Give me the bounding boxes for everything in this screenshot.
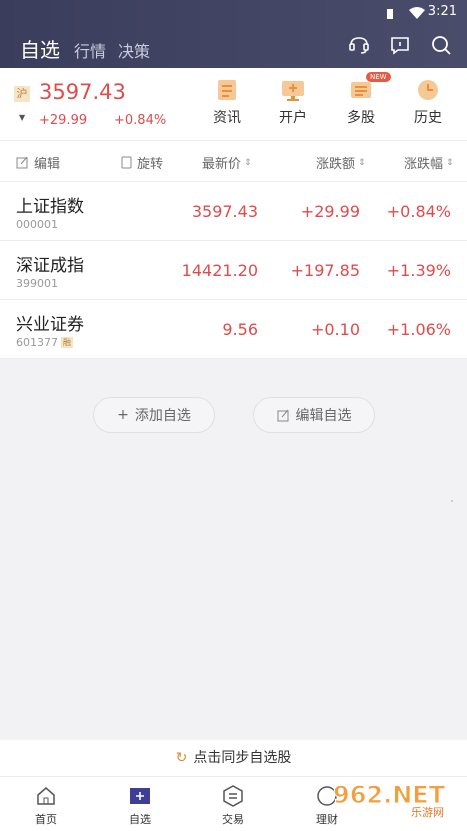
edit-label: 编辑 (34, 157, 61, 172)
nav-watchlist[interactable]: 自选 (110, 785, 170, 827)
news-icon (214, 78, 240, 102)
quick-action-history[interactable]: 历史 (398, 78, 458, 127)
sort-change[interactable]: 涨跌额 ⇕ (316, 153, 366, 172)
stock-code: 601377 (16, 336, 58, 349)
sort-change-pct[interactable]: 涨跌幅 ⇕ (404, 153, 454, 172)
nav-label: 交易 (222, 813, 244, 826)
sync-watchlist-bar[interactable]: ↻ 点击同步自选股 (0, 740, 467, 776)
edit-watchlist-label: 编辑自选 (295, 408, 352, 424)
sort-latest-price[interactable]: 最新价 ⇕ (202, 153, 252, 172)
trade-icon (222, 785, 244, 807)
stock-code: 000001 (16, 218, 58, 231)
rotate-button[interactable]: 旋转 (121, 153, 163, 172)
rotate-icon (121, 156, 132, 169)
index-change: +29.99 (39, 113, 88, 128)
index-price: 3597.43 (39, 80, 126, 104)
tab-decision[interactable]: 决策 (118, 38, 150, 62)
nav-home[interactable]: 首页 (16, 785, 76, 827)
stock-price: 3597.43 (191, 202, 258, 221)
stock-name: 深证成指 (16, 256, 84, 276)
nav-label: 自选 (129, 813, 151, 826)
stock-change-pct: +0.84% (386, 202, 451, 221)
market-tag: 沪 (14, 86, 30, 102)
table-row[interactable]: 深证成指 399001 14421.20 +197.85 +1.39% (0, 241, 467, 300)
add-watchlist-label: 添加自选 (134, 408, 191, 424)
edit-icon (16, 156, 28, 169)
app-header: 3:21 自选 行情 决策 (0, 0, 467, 68)
stock-change: +29.99 (300, 202, 360, 221)
stock-change: +0.10 (310, 320, 360, 339)
rotate-label: 旋转 (137, 157, 164, 172)
table-row[interactable]: 兴业证券 601377 融 9.56 +0.10 +1.06% (0, 300, 467, 359)
service-icon[interactable] (348, 34, 370, 56)
column-header: 编辑 旋转 最新价 ⇕ 涨跌额 ⇕ 涨跌幅 ⇕ (0, 141, 467, 182)
svg-text:962.NET: 962.NET (333, 781, 446, 809)
battery-icon (386, 5, 394, 19)
wifi-icon (409, 4, 425, 19)
quick-action-multi-stock[interactable]: NEW 多股 (331, 72, 391, 127)
margin-tag: 融 (61, 337, 73, 348)
sync-label: 点击同步自选股 (193, 750, 292, 766)
tab-watchlist[interactable]: 自选 (20, 34, 60, 63)
message-icon[interactable] (389, 34, 411, 56)
quick-action-news[interactable]: 资讯 (197, 78, 257, 127)
stock-name: 兴业证券 (16, 315, 84, 335)
add-watchlist-button[interactable]: + 添加自选 (93, 397, 215, 433)
multi-stock-icon: NEW (348, 72, 391, 102)
quick-action-label: 开户 (279, 110, 307, 126)
quick-action-open-account[interactable]: 开户 (263, 78, 323, 127)
sort-icon: ⇕ (358, 157, 366, 168)
stock-change-pct: +1.39% (386, 261, 451, 280)
svg-text:乐游网: 乐游网 (411, 806, 444, 818)
nav-label: 首页 (35, 813, 57, 826)
stock-price: 14421.20 (181, 261, 258, 280)
refresh-icon: ↻ (175, 750, 188, 766)
stock-price: 9.56 (222, 320, 258, 339)
home-icon (35, 785, 57, 807)
stock-name: 上证指数 (16, 197, 84, 217)
search-icon[interactable] (430, 34, 452, 56)
divider-dot (451, 500, 453, 502)
watermark-logo: 962.NET 乐游网 (317, 778, 467, 820)
sort-icon: ⇕ (446, 157, 454, 168)
new-badge: NEW (366, 72, 391, 82)
tab-market[interactable]: 行情 (74, 38, 106, 62)
history-icon (415, 78, 441, 102)
watchlist-icon (129, 785, 151, 807)
quick-action-label: 多股 (347, 110, 375, 126)
edit-icon (277, 409, 288, 421)
stock-code: 399001 (16, 277, 58, 290)
sort-icon: ⇕ (244, 157, 252, 168)
edit-watchlist-button[interactable]: 编辑自选 (253, 397, 375, 433)
quick-action-label: 资讯 (213, 110, 241, 126)
status-time: 3:21 (427, 4, 457, 19)
index-change-pct: +0.84% (114, 113, 167, 128)
latest-price-label: 最新价 (202, 157, 242, 172)
plus-icon: + (117, 407, 129, 423)
edit-button[interactable]: 编辑 (16, 153, 60, 172)
open-account-icon (280, 78, 306, 102)
stock-code-wrap: 601377 融 (16, 336, 73, 349)
table-row[interactable]: 上证指数 000001 3597.43 +29.99 +0.84% (0, 182, 467, 241)
change-label: 涨跌额 (316, 157, 356, 172)
stock-change-pct: +1.06% (386, 320, 451, 339)
index-summary[interactable]: 沪 3597.43 ▼ +29.99 +0.84% 资讯 开户 NEW 多股 历… (0, 68, 467, 141)
nav-trade[interactable]: 交易 (203, 785, 263, 827)
change-pct-label: 涨跌幅 (404, 157, 444, 172)
quick-action-label: 历史 (414, 110, 442, 126)
stock-change: +197.85 (290, 261, 360, 280)
expand-arrow-icon[interactable]: ▼ (19, 113, 25, 122)
